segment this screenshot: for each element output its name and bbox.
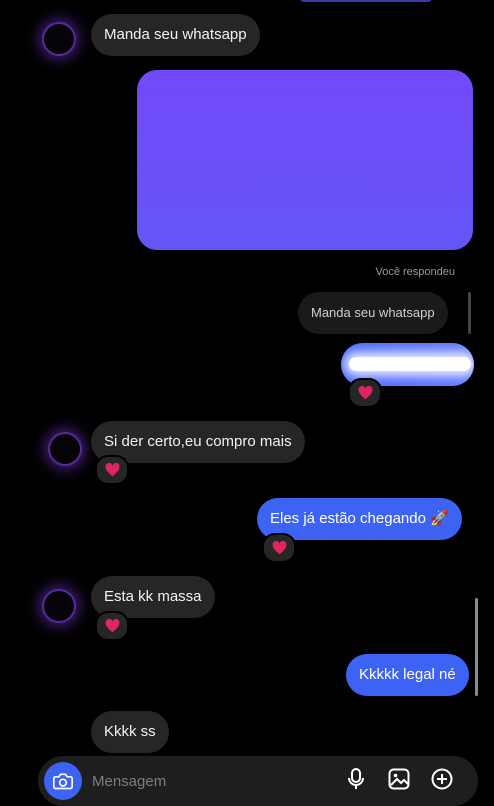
gallery-icon: [388, 768, 410, 790]
message-text: Kkkk ss: [104, 723, 156, 740]
reaction-badge[interactable]: [95, 455, 129, 485]
incoming-message[interactable]: Manda seu whatsapp: [91, 14, 260, 56]
previous-message-edge: [300, 0, 432, 2]
heart-icon: [358, 386, 372, 400]
incoming-message[interactable]: Kkkk ss: [91, 711, 169, 753]
quoted-text: Manda seu whatsapp: [311, 305, 435, 320]
reaction-badge[interactable]: [95, 611, 129, 641]
contact-avatar[interactable]: [50, 434, 80, 464]
outgoing-message[interactable]: Kkkkk legal né: [346, 654, 469, 696]
message-text: Si der certo,eu compro mais: [104, 433, 292, 450]
message-text: Kkkkk legal né: [359, 666, 456, 683]
heart-icon: [105, 463, 119, 477]
microphone-icon: [348, 768, 364, 789]
sticker-button[interactable]: [429, 766, 455, 792]
message-text: Esta kk massa: [104, 588, 202, 605]
sticker-icon: [431, 768, 453, 790]
message-input[interactable]: [90, 768, 324, 794]
camera-button[interactable]: [44, 762, 82, 800]
message-text: Manda seu whatsapp: [104, 26, 247, 43]
reply-caption: Você respondeu: [375, 266, 455, 278]
redaction-mark: [349, 357, 471, 371]
contact-avatar[interactable]: [44, 24, 74, 54]
quoted-reply-message[interactable]: Manda seu whatsapp: [298, 292, 448, 334]
message-composer: [38, 756, 478, 806]
heart-icon: [105, 619, 119, 633]
gallery-button[interactable]: [386, 766, 412, 792]
heart-icon: [272, 541, 286, 555]
reaction-badge[interactable]: [262, 533, 296, 563]
contact-avatar[interactable]: [44, 591, 74, 621]
reaction-badge[interactable]: [348, 378, 382, 408]
scrollbar-thumb[interactable]: [475, 598, 478, 696]
camera-icon: [53, 773, 73, 790]
microphone-button[interactable]: [343, 766, 369, 792]
reply-indicator-bar: [468, 292, 471, 334]
message-text: Eles já estão chegando 🚀: [270, 510, 449, 527]
shared-media-card[interactable]: [137, 70, 473, 250]
